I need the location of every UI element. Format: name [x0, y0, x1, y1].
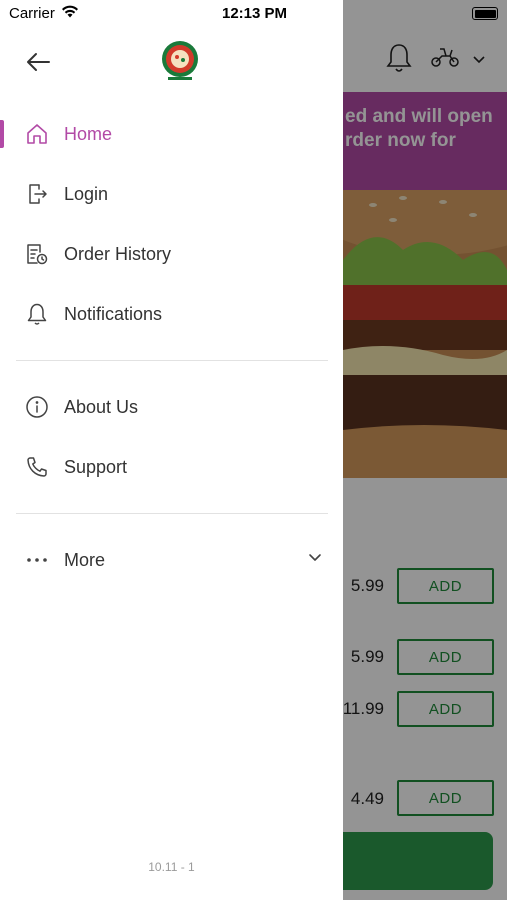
back-button[interactable] — [22, 48, 54, 80]
menu-label-order-history: Order History — [64, 243, 172, 264]
menu-label-more: More — [64, 549, 106, 570]
menu-divider — [16, 513, 328, 514]
login-icon — [25, 182, 49, 206]
menu-label-notifications: Notifications — [64, 303, 163, 324]
more-dots-icon — [25, 548, 49, 572]
menu-item-support[interactable]: Support — [0, 441, 343, 493]
menu-label-support: Support — [64, 456, 128, 477]
menu-item-more[interactable]: More — [0, 534, 343, 586]
navigation-drawer: Carrier 12:13 PM Home Login Order Histor… — [0, 0, 343, 900]
order-history-icon — [25, 242, 49, 266]
status-time: 12:13 PM — [222, 5, 288, 22]
carrier-label: Carrier — [9, 5, 55, 22]
menu-item-home[interactable]: Home — [0, 108, 343, 160]
info-icon — [25, 395, 49, 419]
menu-divider — [16, 360, 328, 361]
status-carrier: Carrier — [9, 5, 79, 22]
chevron-down-icon[interactable] — [308, 550, 322, 568]
home-icon — [25, 122, 49, 146]
menu-label-home: Home — [64, 123, 113, 144]
menu-item-about-us[interactable]: About Us — [0, 381, 343, 433]
active-indicator — [0, 120, 4, 148]
phone-icon — [25, 455, 49, 479]
menu-label-login: Login — [64, 183, 109, 204]
menu-label-about-us: About Us — [64, 396, 139, 417]
arrow-left-icon — [25, 51, 51, 78]
menu-item-notifications[interactable]: Notifications — [0, 288, 343, 340]
drawer-scrim[interactable] — [343, 0, 507, 900]
wifi-icon — [61, 5, 79, 22]
bell-icon — [25, 302, 49, 326]
menu-item-login[interactable]: Login — [0, 168, 343, 220]
menu-item-order-history[interactable]: Order History — [0, 228, 343, 280]
restaurant-logo — [160, 40, 200, 82]
app-version: 10.11 - 1 — [148, 860, 195, 874]
